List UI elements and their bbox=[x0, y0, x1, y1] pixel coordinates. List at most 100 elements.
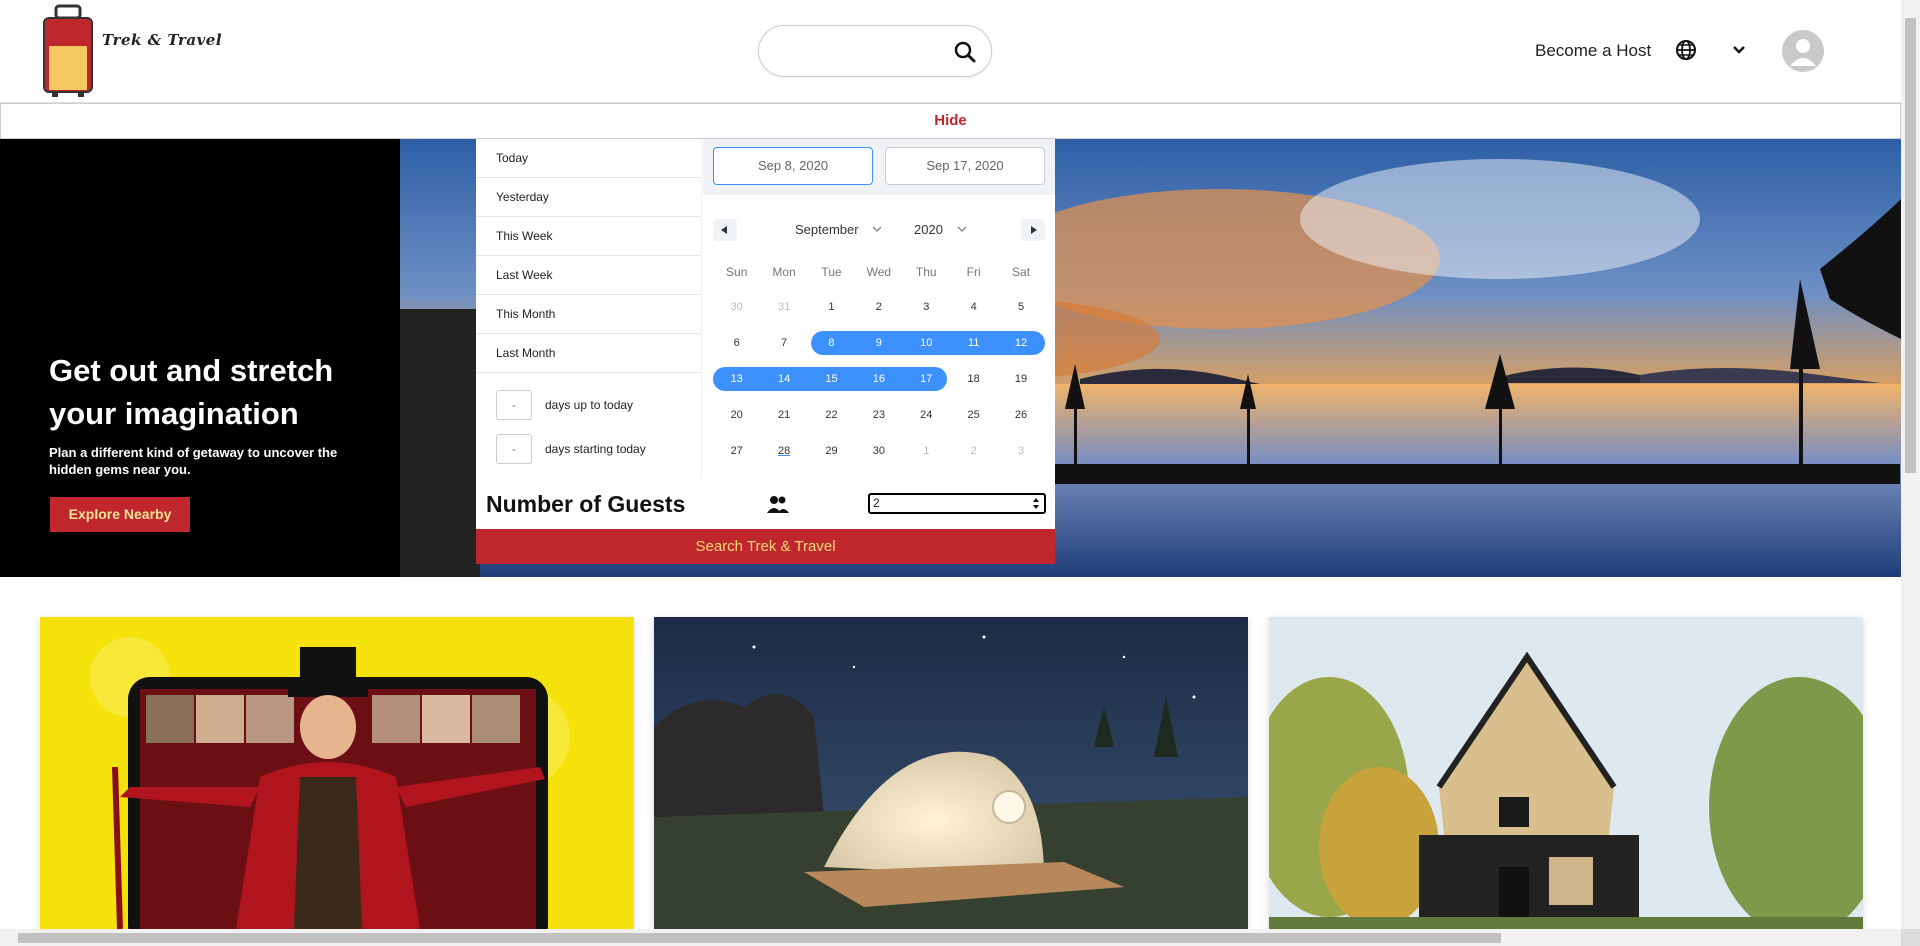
chevron-down-icon bbox=[1733, 46, 1745, 54]
vertical-scroll-thumb[interactable] bbox=[1905, 18, 1916, 473]
date-inputs: Sep 8, 2020 Sep 17, 2020 bbox=[703, 139, 1055, 195]
calendar-week: 30 31 1 2 3 4 5 bbox=[713, 289, 1045, 325]
calendar-day-today[interactable]: 28 bbox=[760, 445, 807, 457]
days-starting-today-label: days starting today bbox=[545, 442, 646, 456]
guests-label: Number of Guests bbox=[486, 491, 686, 517]
chevron-down-icon bbox=[957, 226, 967, 233]
days-up-to-today-input[interactable]: - bbox=[496, 390, 532, 420]
calendar-day-selected[interactable]: 14 bbox=[760, 373, 807, 385]
calendar-day[interactable]: 18 bbox=[950, 373, 997, 385]
experience-card-dome[interactable] bbox=[654, 617, 1248, 929]
language-button[interactable] bbox=[1674, 38, 1698, 62]
calendar-day[interactable]: 3 bbox=[903, 301, 950, 313]
search-bar[interactable] bbox=[758, 25, 992, 77]
calendar-navigation: September 2020 bbox=[703, 219, 1055, 249]
caret-left-icon bbox=[721, 226, 727, 234]
calendar-day[interactable]: 20 bbox=[713, 409, 760, 421]
days-starting-today-input[interactable]: - bbox=[496, 434, 532, 464]
calendar-day[interactable]: 26 bbox=[997, 409, 1044, 421]
calendar-day-selected[interactable]: 17 bbox=[903, 373, 950, 385]
year-select[interactable]: 2020 bbox=[914, 222, 969, 237]
weekday-label: Mon bbox=[772, 265, 796, 279]
calendar-day[interactable]: 3 bbox=[997, 445, 1044, 457]
guests-value: 2 bbox=[873, 496, 880, 510]
calendar-day[interactable]: 5 bbox=[997, 301, 1044, 313]
calendar-day[interactable]: 7 bbox=[760, 337, 807, 349]
calendar-day-selected[interactable]: 13 bbox=[713, 373, 760, 385]
hide-search-toggle[interactable]: Hide bbox=[0, 103, 1901, 139]
calendar-day[interactable]: 19 bbox=[997, 373, 1044, 385]
calendar-day-selected[interactable]: 16 bbox=[855, 373, 902, 385]
scrollbar-corner bbox=[1901, 929, 1920, 946]
calendar-day[interactable]: 25 bbox=[950, 409, 997, 421]
calendar-day[interactable]: 22 bbox=[808, 409, 855, 421]
calendar-day[interactable]: 23 bbox=[855, 409, 902, 421]
calendar-day[interactable]: 21 bbox=[760, 409, 807, 421]
calendar-day[interactable]: 2 bbox=[855, 301, 902, 313]
calendar-day[interactable]: 24 bbox=[903, 409, 950, 421]
horizontal-scroll-thumb[interactable] bbox=[18, 933, 1501, 943]
menu-dropdown-button[interactable] bbox=[1729, 40, 1749, 60]
calendar-day-selected[interactable]: 10 bbox=[903, 337, 950, 349]
calendar-day-selected[interactable]: 12 bbox=[997, 337, 1044, 349]
range-this-month[interactable]: This Month bbox=[476, 295, 701, 334]
calendar-day[interactable]: 2 bbox=[950, 445, 997, 457]
calendar-day[interactable]: 29 bbox=[808, 445, 855, 457]
calendar-day-selected[interactable]: 11 bbox=[950, 337, 997, 349]
user-avatar[interactable] bbox=[1782, 30, 1824, 72]
chevron-down-icon bbox=[872, 226, 882, 233]
calendar-week: 20 21 22 23 24 25 26 bbox=[713, 397, 1045, 433]
guests-number-input[interactable]: 2 bbox=[868, 493, 1046, 514]
date-range-picker: Today Yesterday This Week Last Week This… bbox=[476, 139, 1055, 564]
days-up-to-today-label: days up to today bbox=[545, 398, 634, 412]
calendar-day[interactable]: 6 bbox=[713, 337, 760, 349]
range-yesterday[interactable]: Yesterday bbox=[476, 178, 701, 217]
calendar: Sep 8, 2020 Sep 17, 2020 September 2020 bbox=[703, 139, 1055, 479]
calendar-day[interactable]: 1 bbox=[808, 301, 855, 313]
calendar-day-selected[interactable]: 8 bbox=[808, 337, 855, 349]
weekday-header: Sun Mon Tue Wed Thu Fri Sat bbox=[713, 265, 1045, 279]
user-avatar-icon bbox=[1790, 39, 1816, 66]
year-value: 2020 bbox=[914, 222, 943, 237]
calendar-week: 6 7 8 9 10 11 12 bbox=[713, 325, 1045, 361]
dome-tent-image bbox=[654, 617, 1248, 929]
next-month-button[interactable] bbox=[1021, 219, 1045, 241]
calendar-day[interactable]: 30 bbox=[855, 445, 902, 457]
experience-card-online[interactable] bbox=[40, 617, 634, 929]
hero-text-panel: Get out and stretch your imagination Pla… bbox=[0, 139, 400, 577]
calendar-grid: 30 31 1 2 3 4 5 6 7 8 9 10 11 12 13 14 1… bbox=[713, 289, 1045, 469]
search-trek-travel-button[interactable]: Search Trek & Travel bbox=[476, 529, 1055, 564]
calendar-day-selected[interactable]: 9 bbox=[855, 337, 902, 349]
range-last-week[interactable]: Last Week bbox=[476, 256, 701, 295]
weekday-label: Fri bbox=[966, 265, 981, 279]
days-up-to-today-row: - days up to today bbox=[476, 383, 701, 427]
calendar-day[interactable]: 27 bbox=[713, 445, 760, 457]
online-experience-image bbox=[40, 617, 634, 929]
month-select[interactable]: September bbox=[795, 222, 884, 237]
range-last-month[interactable]: Last Month bbox=[476, 334, 701, 373]
range-today[interactable]: Today bbox=[476, 139, 701, 178]
spinner-arrows-icon[interactable] bbox=[1031, 496, 1041, 511]
become-host-link[interactable]: Become a Host bbox=[1535, 41, 1651, 61]
calendar-week: 27 28 29 30 1 2 3 bbox=[713, 433, 1045, 469]
cabin-image bbox=[1269, 617, 1863, 929]
calendar-day[interactable]: 4 bbox=[950, 301, 997, 313]
calendar-day-selected[interactable]: 15 bbox=[808, 373, 855, 385]
hero-title: Get out and stretch your imagination bbox=[49, 353, 334, 431]
search-button[interactable] bbox=[951, 38, 979, 66]
start-date-input[interactable]: Sep 8, 2020 bbox=[713, 147, 873, 185]
calendar-day[interactable]: 30 bbox=[713, 301, 760, 313]
range-this-week[interactable]: This Week bbox=[476, 217, 701, 256]
calendar-day[interactable]: 31 bbox=[760, 301, 807, 313]
vertical-scrollbar[interactable] bbox=[1901, 0, 1920, 929]
experience-card-cabin[interactable] bbox=[1269, 617, 1863, 929]
explore-nearby-button[interactable]: Explore Nearby bbox=[50, 497, 190, 532]
brand-logo[interactable]: Trek & Travel bbox=[40, 0, 222, 100]
calendar-day[interactable]: 1 bbox=[903, 445, 950, 457]
horizontal-scrollbar[interactable] bbox=[0, 929, 1901, 946]
caret-right-icon bbox=[1031, 226, 1037, 234]
prev-month-button[interactable] bbox=[713, 219, 737, 241]
end-date-input[interactable]: Sep 17, 2020 bbox=[885, 147, 1045, 185]
weekday-label: Sun bbox=[726, 265, 748, 279]
guests-row: Number of Guests 2 bbox=[476, 479, 1055, 529]
